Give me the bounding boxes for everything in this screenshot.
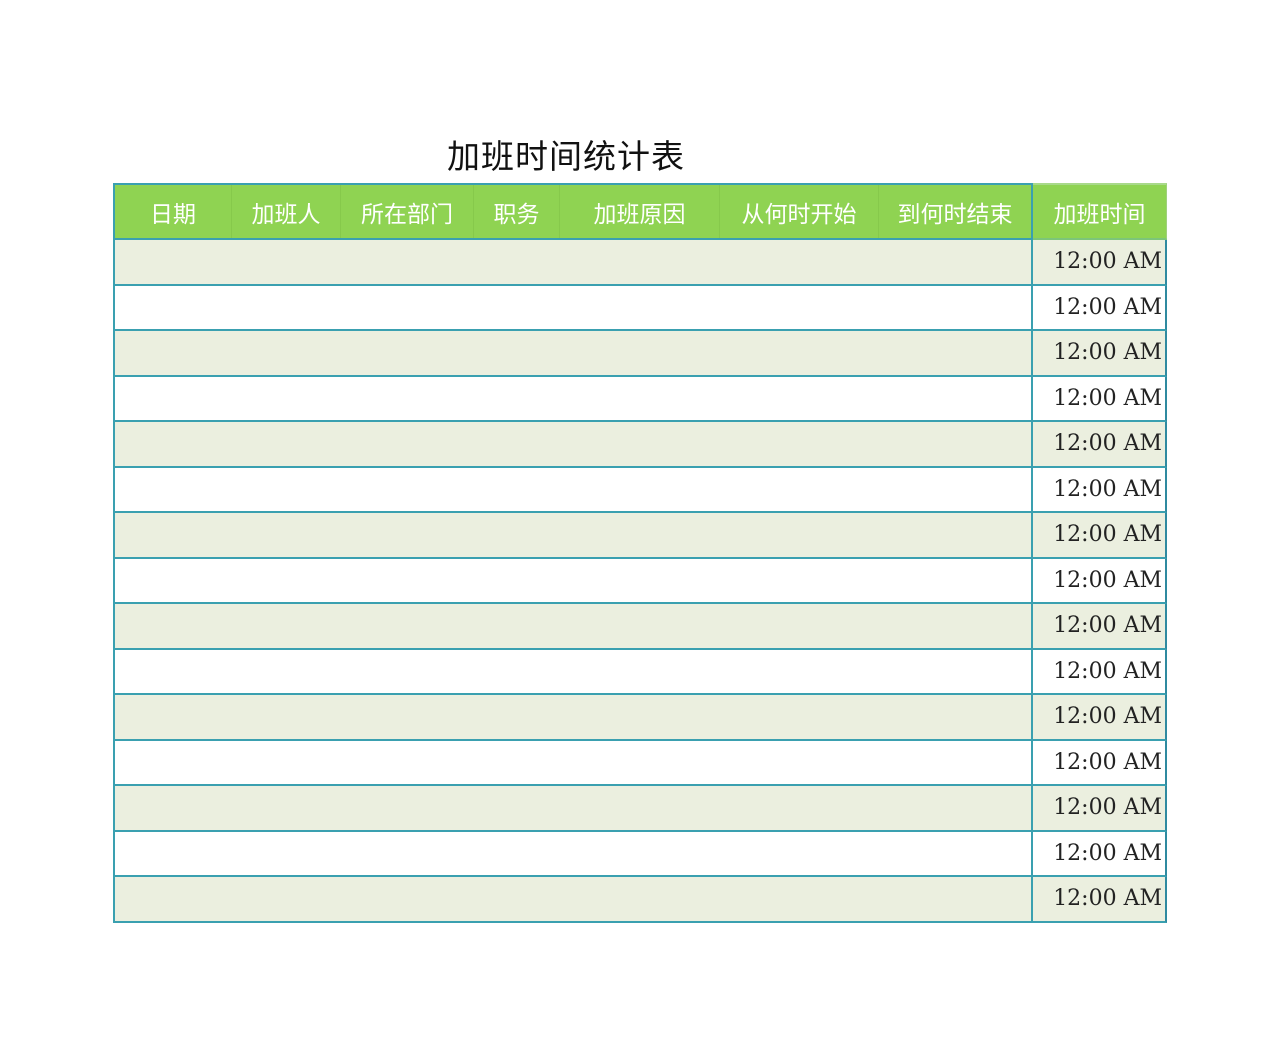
table-row: 12:00 AM <box>113 331 1167 377</box>
row-data-cells[interactable] <box>113 558 1033 604</box>
column-header-end[interactable]: 到何时结束 <box>879 185 1031 238</box>
table-row: 12:00 AM <box>113 831 1167 877</box>
column-header-reason[interactable]: 加班原因 <box>560 185 720 238</box>
row-data-cells[interactable] <box>113 877 1033 923</box>
overtime-cell[interactable]: 12:00 AM <box>1033 695 1167 741</box>
overtime-cell[interactable]: 12:00 AM <box>1033 285 1167 331</box>
overtime-cell[interactable]: 12:00 AM <box>1033 649 1167 695</box>
column-header-department[interactable]: 所在部门 <box>341 185 474 238</box>
column-header-overtime[interactable]: 加班时间 <box>1033 183 1167 240</box>
row-data-cells[interactable] <box>113 649 1033 695</box>
row-data-cells[interactable] <box>113 695 1033 741</box>
table-row: 12:00 AM <box>113 740 1167 786</box>
overtime-cell[interactable]: 12:00 AM <box>1033 786 1167 832</box>
row-data-cells[interactable] <box>113 513 1033 559</box>
column-header-person[interactable]: 加班人 <box>232 185 341 238</box>
row-data-cells[interactable] <box>113 376 1033 422</box>
overtime-cell[interactable]: 12:00 AM <box>1033 513 1167 559</box>
row-data-cells[interactable] <box>113 240 1033 286</box>
column-header-date[interactable]: 日期 <box>115 185 232 238</box>
overtime-cell[interactable]: 12:00 AM <box>1033 331 1167 377</box>
row-data-cells[interactable] <box>113 422 1033 468</box>
overtime-cell[interactable]: 12:00 AM <box>1033 558 1167 604</box>
row-data-cells[interactable] <box>113 831 1033 877</box>
overtime-cell[interactable]: 12:00 AM <box>1033 604 1167 650</box>
table-row: 12:00 AM <box>113 786 1167 832</box>
overtime-cell[interactable]: 12:00 AM <box>1033 740 1167 786</box>
row-data-cells[interactable] <box>113 331 1033 377</box>
overtime-cell[interactable]: 12:00 AM <box>1033 467 1167 513</box>
table-row: 12:00 AM <box>113 695 1167 741</box>
overtime-cell[interactable]: 12:00 AM <box>1033 877 1167 923</box>
table-header: 日期 加班人 所在部门 职务 加班原因 从何时开始 到何时结束 加班时间 <box>113 183 1167 240</box>
overtime-cell[interactable]: 12:00 AM <box>1033 831 1167 877</box>
row-data-cells[interactable] <box>113 604 1033 650</box>
table-row: 12:00 AM <box>113 240 1167 286</box>
column-header-start[interactable]: 从何时开始 <box>720 185 879 238</box>
overtime-cell[interactable]: 12:00 AM <box>1033 376 1167 422</box>
table-row: 12:00 AM <box>113 877 1167 923</box>
table-row: 12:00 AM <box>113 285 1167 331</box>
row-data-cells[interactable] <box>113 786 1033 832</box>
table-row: 12:00 AM <box>113 513 1167 559</box>
table-row: 12:00 AM <box>113 376 1167 422</box>
overtime-table: 日期 加班人 所在部门 职务 加班原因 从何时开始 到何时结束 加班时间 12:… <box>113 183 1167 923</box>
table-row: 12:00 AM <box>113 604 1167 650</box>
overtime-cell[interactable]: 12:00 AM <box>1033 422 1167 468</box>
table-row: 12:00 AM <box>113 558 1167 604</box>
overtime-cell[interactable]: 12:00 AM <box>1033 240 1167 286</box>
table-row: 12:00 AM <box>113 422 1167 468</box>
table-row: 12:00 AM <box>113 467 1167 513</box>
table-row: 12:00 AM <box>113 649 1167 695</box>
row-data-cells[interactable] <box>113 740 1033 786</box>
row-data-cells[interactable] <box>113 467 1033 513</box>
column-header-position[interactable]: 职务 <box>474 185 560 238</box>
row-data-cells[interactable] <box>113 285 1033 331</box>
sheet-title: 加班时间统计表 <box>447 137 685 176</box>
table-body: 12:00 AM 12:00 AM 12:00 AM 12:00 AM 12:00 AM… <box>113 240 1167 923</box>
header-main-columns: 日期 加班人 所在部门 职务 加班原因 从何时开始 到何时结束 <box>113 183 1033 240</box>
